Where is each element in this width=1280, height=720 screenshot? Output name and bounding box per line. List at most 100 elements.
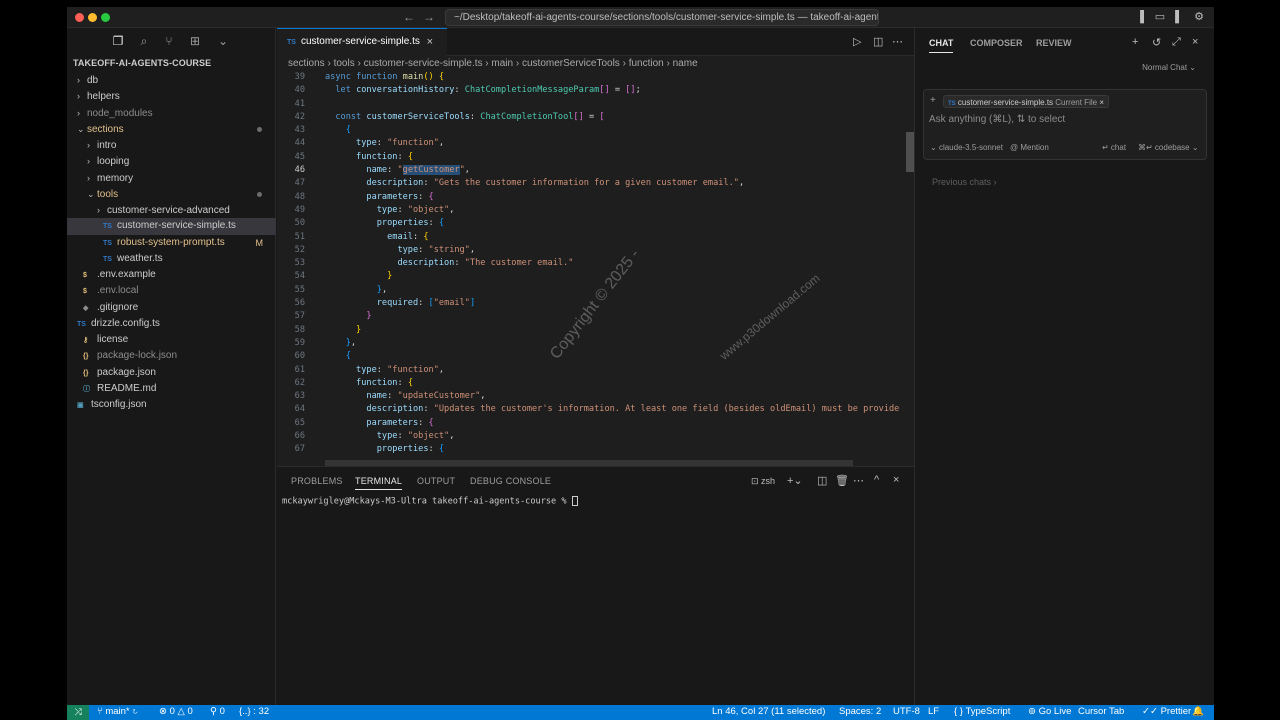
go-live-button[interactable]: ⊚ Go Live — [1028, 706, 1071, 717]
expand-icon[interactable]: ⤢ — [1172, 36, 1181, 49]
close-icon[interactable]: × — [1192, 36, 1198, 48]
tree-item[interactable]: › helpers — [67, 88, 276, 104]
tree-item[interactable]: ⚷ license — [67, 332, 276, 348]
branch-indicator[interactable]: ⑂ main* ↻ — [97, 706, 138, 717]
tree-item[interactable]: TS drizzle.config.ts — [67, 316, 276, 332]
tree-item-label: .env.example — [97, 269, 156, 280]
extensions-icon[interactable]: ⊞ — [188, 34, 202, 48]
chat-mode-selector[interactable]: Normal Chat ⌄ — [1142, 63, 1196, 72]
tree-item-label: tsconfig.json — [91, 399, 147, 410]
breadcrumb-item[interactable]: name — [673, 58, 698, 69]
file-type-icon: ⚷ — [83, 337, 89, 344]
forward-arrow-icon[interactable]: → — [423, 10, 435, 24]
command-center-search[interactable]: ~/Desktop/takeoff-ai-agents-course/secti… — [445, 9, 879, 26]
remove-context-icon[interactable]: × — [1099, 98, 1104, 107]
files-icon[interactable]: ❐ — [111, 34, 125, 48]
tree-item[interactable]: {} package-lock.json — [67, 348, 276, 364]
more-actions-icon[interactable]: ⋯ — [892, 35, 903, 48]
tree-item[interactable]: › memory — [67, 170, 276, 186]
cursor-tab-button[interactable]: Cursor Tab — [1078, 706, 1124, 717]
tab-problems[interactable]: PROBLEMS — [291, 476, 343, 486]
context-file-pill[interactable]: TS customer-service-simple.ts Current Fi… — [943, 95, 1109, 108]
vertical-scrollbar[interactable] — [906, 132, 914, 172]
language-mode[interactable]: { } TypeScript — [954, 706, 1010, 717]
breadcrumb-item[interactable]: customerServiceTools — [522, 58, 620, 69]
settings-gear-icon[interactable]: ⚙ — [1193, 11, 1205, 23]
eol-indicator[interactable]: LF — [928, 706, 939, 717]
history-icon[interactable]: ↺ — [1152, 36, 1161, 49]
tree-item[interactable]: $ .env.example — [67, 267, 276, 283]
split-editor-icon[interactable]: ◫ — [873, 35, 883, 48]
back-arrow-icon[interactable]: ← — [403, 10, 415, 24]
braces-indicator[interactable]: {..} : 32 — [239, 706, 269, 717]
tree-item[interactable]: › customer-service-advanced — [67, 202, 276, 218]
toggle-secondary-sidebar-icon[interactable]: ▌ — [1173, 11, 1185, 23]
remote-indicator-icon[interactable]: ⤨ — [67, 705, 89, 720]
chat-submit-button[interactable]: ↵ chat — [1102, 143, 1126, 152]
breadcrumb-item[interactable]: customer-service-simple.ts — [364, 58, 483, 69]
terminal-icon: ⊡ — [751, 476, 762, 486]
tree-item[interactable]: ◆ .gitignore — [67, 300, 276, 316]
tree-item[interactable]: ⌄ sections — [67, 121, 276, 137]
tree-item[interactable]: {} package.json — [67, 365, 276, 381]
run-icon[interactable]: ▷ — [853, 35, 861, 48]
encoding-indicator[interactable]: UTF-8 — [893, 706, 920, 717]
previous-chats-link[interactable]: Previous chats › — [932, 177, 997, 187]
chevron-right-icon: › — [77, 91, 80, 102]
window-close-button[interactable] — [75, 13, 84, 22]
model-selector[interactable]: ⌄ claude-3.5-sonnet — [930, 143, 1003, 152]
maximize-panel-icon[interactable]: ^ — [874, 474, 879, 486]
source-control-icon[interactable]: ⑂ — [162, 34, 176, 48]
tree-item[interactable]: › intro — [67, 137, 276, 153]
tree-item[interactable]: ⌄ tools — [67, 186, 276, 202]
tab-debug-console[interactable]: DEBUG CONSOLE — [470, 476, 551, 486]
new-terminal-icon[interactable]: +⌄ — [787, 474, 803, 487]
notifications-bell-icon[interactable]: 🔔 — [1192, 706, 1204, 717]
prettier-button[interactable]: ✓✓ Prettier — [1142, 706, 1191, 717]
code-text: const customerServiceTools: ChatCompleti… — [335, 111, 605, 122]
breadcrumb-item[interactable]: tools — [334, 58, 355, 69]
chat-input[interactable]: Ask anything (⌘L), ⇅ to select — [929, 114, 1065, 125]
breadcrumb-item[interactable]: main — [491, 58, 513, 69]
cursor-position[interactable]: Ln 46, Col 27 (11 selected) — [712, 706, 825, 717]
tab-label: customer-service-simple.ts — [300, 36, 420, 47]
tree-item[interactable]: $ .env.local — [67, 283, 276, 299]
tree-item[interactable]: TS robust-system-prompt.ts M — [67, 235, 276, 251]
more-actions-icon[interactable]: ⋯ — [853, 474, 864, 487]
window-maximize-button[interactable] — [101, 13, 110, 22]
tab-chat[interactable]: CHAT — [929, 38, 954, 53]
tab-composer[interactable]: COMPOSER — [970, 38, 1023, 48]
code-editor[interactable]: 39 async function main() {40 let conversa… — [277, 71, 914, 460]
mention-button[interactable]: @ Mention — [1010, 143, 1049, 152]
tab-terminal[interactable]: TERMINAL — [355, 476, 403, 490]
toggle-sidebar-icon[interactable]: ▐ — [1134, 11, 1146, 23]
window-minimize-button[interactable] — [88, 13, 97, 22]
close-panel-icon[interactable]: × — [893, 474, 899, 486]
split-terminal-icon[interactable]: ◫ — [817, 474, 827, 487]
codebase-submit-button[interactable]: ⌘↵ codebase ⌄ — [1138, 143, 1199, 152]
breadcrumb-item[interactable]: function — [629, 58, 664, 69]
tree-item[interactable]: ⓘ README.md — [67, 381, 276, 397]
tree-item[interactable]: › node_modules — [67, 105, 276, 121]
add-context-icon[interactable]: + — [930, 95, 936, 106]
tree-item[interactable]: › looping — [67, 153, 276, 169]
tab-customer-service-simple[interactable]: TS customer-service-simple.ts × — [277, 28, 447, 56]
problems-indicator[interactable]: ⊗ 0 △ 0 — [159, 706, 193, 717]
terminal-shell-selector[interactable]: ⊡ zsh — [751, 476, 775, 487]
breadcrumb-item[interactable]: sections — [288, 58, 325, 69]
terminal-prompt[interactable]: mckaywrigley@Mckays-M3-Ultra takeoff-ai-… — [282, 496, 578, 507]
ports-indicator[interactable]: ⚲ 0 — [210, 706, 225, 717]
tab-review[interactable]: REVIEW — [1036, 38, 1072, 48]
tree-item[interactable]: TS customer-service-simple.ts — [67, 218, 276, 235]
new-chat-icon[interactable]: + — [1132, 36, 1138, 48]
close-tab-icon[interactable]: × — [427, 29, 433, 55]
trash-icon[interactable]: 🗑 — [835, 474, 849, 487]
tree-item[interactable]: ▣ tsconfig.json — [67, 397, 276, 413]
tab-output[interactable]: OUTPUT — [417, 476, 455, 486]
toggle-panel-icon[interactable]: ▭ — [1154, 11, 1166, 23]
indentation-indicator[interactable]: Spaces: 2 — [839, 706, 881, 717]
tree-item[interactable]: TS weather.ts — [67, 251, 276, 267]
tree-item[interactable]: › db — [67, 72, 276, 88]
search-icon[interactable]: ⌕ — [137, 34, 151, 48]
chevron-down-icon[interactable]: ⌄ — [216, 34, 230, 48]
